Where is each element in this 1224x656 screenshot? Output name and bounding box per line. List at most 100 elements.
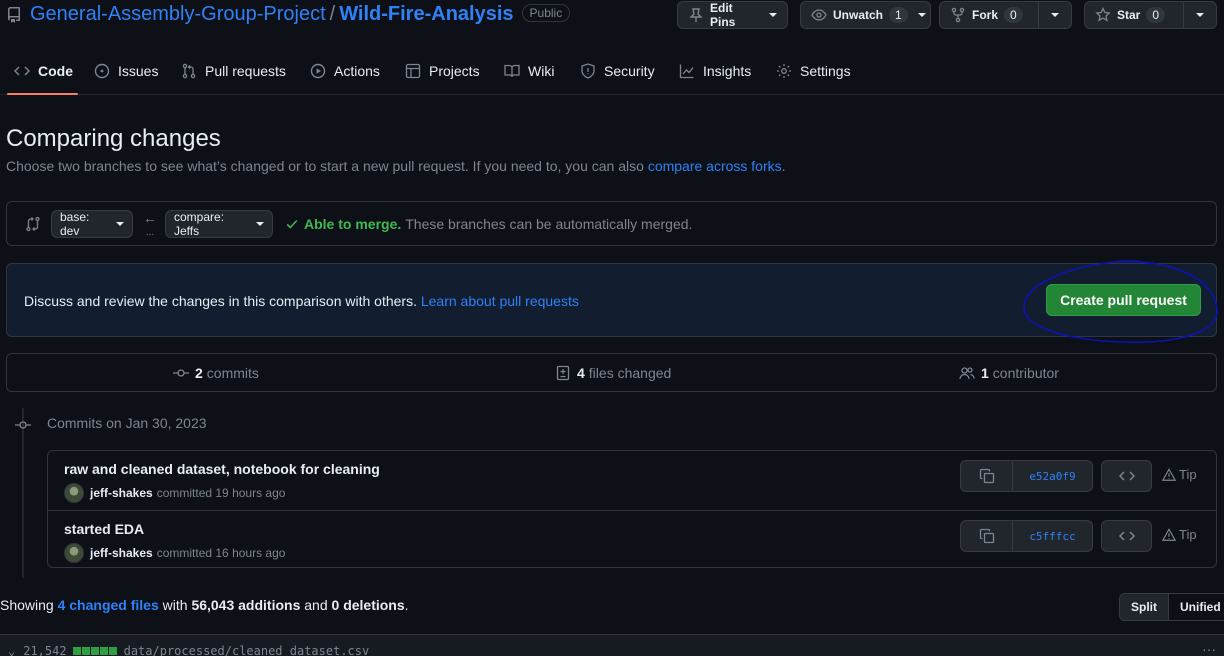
issue-icon bbox=[94, 63, 110, 79]
toc-period: . bbox=[404, 597, 409, 613]
repo-owner-link[interactable]: General-Assembly-Group-Project bbox=[30, 3, 326, 25]
commit-time: committed 16 hours ago bbox=[156, 546, 286, 560]
files-changed-link[interactable]: 4 files changed bbox=[555, 365, 671, 381]
commit-sha-group: e52a0f9 bbox=[960, 460, 1093, 492]
kebab-icon[interactable]: ··· bbox=[1202, 641, 1216, 656]
commits-count-link[interactable]: 2 commits bbox=[173, 365, 259, 381]
play-icon bbox=[310, 63, 326, 79]
commit-message-link[interactable]: started EDA bbox=[64, 521, 144, 537]
commits-label: commits bbox=[206, 365, 259, 381]
commit-list: raw and cleaned dataset, notebook for cl… bbox=[47, 450, 1217, 568]
browse-repo-button[interactable] bbox=[1101, 460, 1152, 492]
avatar[interactable] bbox=[64, 483, 84, 503]
fork-button[interactable]: Fork 0 bbox=[940, 2, 1038, 28]
commit-author-link[interactable]: jeff-shakes bbox=[90, 486, 153, 500]
file-header: ⌄ 21,542 data/processed/cleaned_dataset.… bbox=[0, 634, 1224, 656]
split-view-button[interactable]: Split bbox=[1120, 594, 1168, 620]
tab-insights[interactable]: Insights bbox=[671, 52, 759, 90]
alert-icon bbox=[1162, 467, 1179, 482]
browse-repo-button[interactable] bbox=[1101, 520, 1152, 552]
star-button-group: Star 0 bbox=[1084, 1, 1217, 29]
merge-status-text: These branches can be automatically merg… bbox=[405, 216, 693, 232]
commit-row: raw and cleaned dataset, notebook for cl… bbox=[48, 451, 1216, 510]
timeline-line bbox=[22, 408, 24, 578]
unified-view-button[interactable]: Unified bbox=[1168, 594, 1224, 620]
commits-date-heading: Commits on Jan 30, 2023 bbox=[47, 415, 207, 431]
file-header-row: ⌄ 21,542 data/processed/cleaned_dataset.… bbox=[8, 644, 369, 656]
unwatch-label: Unwatch bbox=[833, 8, 884, 22]
and-label: and bbox=[304, 597, 328, 613]
code-icon bbox=[1118, 528, 1135, 544]
repo-separator: / bbox=[329, 3, 336, 25]
tip-label: Tip bbox=[1162, 527, 1197, 542]
tab-settings[interactable]: Settings bbox=[768, 52, 859, 90]
shield-icon bbox=[580, 63, 596, 79]
star-label: Star bbox=[1117, 8, 1141, 22]
star-count: 0 bbox=[1146, 7, 1166, 23]
chevron-down-icon bbox=[1051, 13, 1059, 17]
eye-icon bbox=[811, 7, 827, 23]
merge-ok-label: Able to merge. bbox=[304, 216, 402, 232]
pull-request-icon bbox=[181, 63, 197, 79]
copy-sha-button[interactable] bbox=[961, 521, 1013, 551]
tab-security[interactable]: Security bbox=[572, 52, 663, 90]
contributors-label: contributor bbox=[992, 365, 1059, 381]
repo-tabs: Code Issues Pull requests Actions Projec… bbox=[0, 52, 1224, 95]
active-tab-indicator bbox=[7, 93, 78, 95]
alert-icon bbox=[1162, 527, 1179, 542]
tip-label: Tip bbox=[1162, 467, 1197, 482]
star-button[interactable]: Star 0 bbox=[1085, 2, 1183, 28]
page-title: Comparing changes bbox=[6, 125, 221, 152]
tab-wiki[interactable]: Wiki bbox=[496, 52, 562, 90]
range-dots: ... bbox=[145, 227, 155, 238]
repo-name-link[interactable]: Wild-Fire-Analysis bbox=[339, 3, 513, 25]
repo-header: General-Assembly-Group-Project / Wild-Fire… bbox=[0, 0, 1224, 34]
gear-icon bbox=[776, 63, 792, 79]
fork-dropdown[interactable] bbox=[1038, 2, 1071, 28]
commit-sha-group: c5fffcc bbox=[960, 520, 1093, 552]
commit-message-link[interactable]: raw and cleaned dataset, notebook for cl… bbox=[64, 461, 380, 477]
fork-button-group: Fork 0 bbox=[939, 1, 1072, 29]
unwatch-button[interactable]: Unwatch 1 bbox=[800, 1, 931, 29]
star-dropdown[interactable] bbox=[1183, 2, 1216, 28]
watch-count: 1 bbox=[889, 7, 908, 23]
comparison-summary: 2 commits 4 files changed 1 contributor bbox=[6, 353, 1217, 392]
repo-icon bbox=[6, 7, 22, 23]
avatar[interactable] bbox=[64, 543, 84, 563]
code-icon bbox=[1118, 468, 1135, 484]
tab-actions[interactable]: Actions bbox=[302, 52, 388, 90]
compare-branch-label: compare: Jeffs bbox=[174, 210, 225, 238]
commit-author-link[interactable]: jeff-shakes bbox=[90, 546, 153, 560]
tip-text: Tip bbox=[1179, 527, 1197, 542]
learn-about-pr-link[interactable]: Learn about pull requests bbox=[421, 293, 579, 309]
commit-row: started EDA jeff-shakes committed 16 hou… bbox=[48, 510, 1216, 569]
compare-branch-select[interactable]: compare: Jeffs bbox=[165, 210, 273, 238]
base-branch-select[interactable]: base: dev bbox=[51, 210, 133, 238]
tab-projects[interactable]: Projects bbox=[397, 52, 488, 90]
contributors-count: 1 bbox=[981, 365, 989, 381]
commit-icon bbox=[173, 365, 189, 381]
commit-sha-link[interactable]: e52a0f9 bbox=[1013, 461, 1092, 491]
files-count: 4 bbox=[577, 365, 585, 381]
chevron-down-icon bbox=[116, 222, 124, 226]
commit-time: committed 19 hours ago bbox=[156, 486, 286, 500]
commit-sha-link[interactable]: c5fffcc bbox=[1013, 521, 1092, 551]
tab-issues[interactable]: Issues bbox=[86, 52, 166, 90]
contributors-link[interactable]: 1 contributor bbox=[959, 365, 1059, 381]
edit-pins-button[interactable]: Edit Pins bbox=[677, 1, 788, 29]
file-diff-icon bbox=[555, 365, 571, 381]
compare-across-forks-link[interactable]: compare across forks bbox=[648, 158, 782, 174]
repo-title: General-Assembly-Group-Project / Wild-Fire… bbox=[30, 3, 571, 26]
file-path-link[interactable]: data/processed/cleaned_dataset.csv bbox=[124, 644, 370, 656]
tab-pull-requests[interactable]: Pull requests bbox=[173, 52, 294, 90]
tab-code[interactable]: Code bbox=[6, 52, 81, 90]
star-icon bbox=[1095, 7, 1111, 23]
tab-label: Security bbox=[604, 63, 655, 79]
changed-files-link[interactable]: 4 changed files bbox=[58, 597, 159, 613]
commit-meta: jeff-shakes committed 16 hours ago bbox=[64, 543, 285, 563]
copy-sha-button[interactable] bbox=[961, 461, 1013, 491]
chevron-down-icon[interactable]: ⌄ bbox=[8, 644, 15, 656]
chevron-down-icon bbox=[917, 13, 926, 17]
git-compare-icon bbox=[25, 216, 41, 232]
edit-pins-label: Edit Pins bbox=[710, 1, 736, 29]
